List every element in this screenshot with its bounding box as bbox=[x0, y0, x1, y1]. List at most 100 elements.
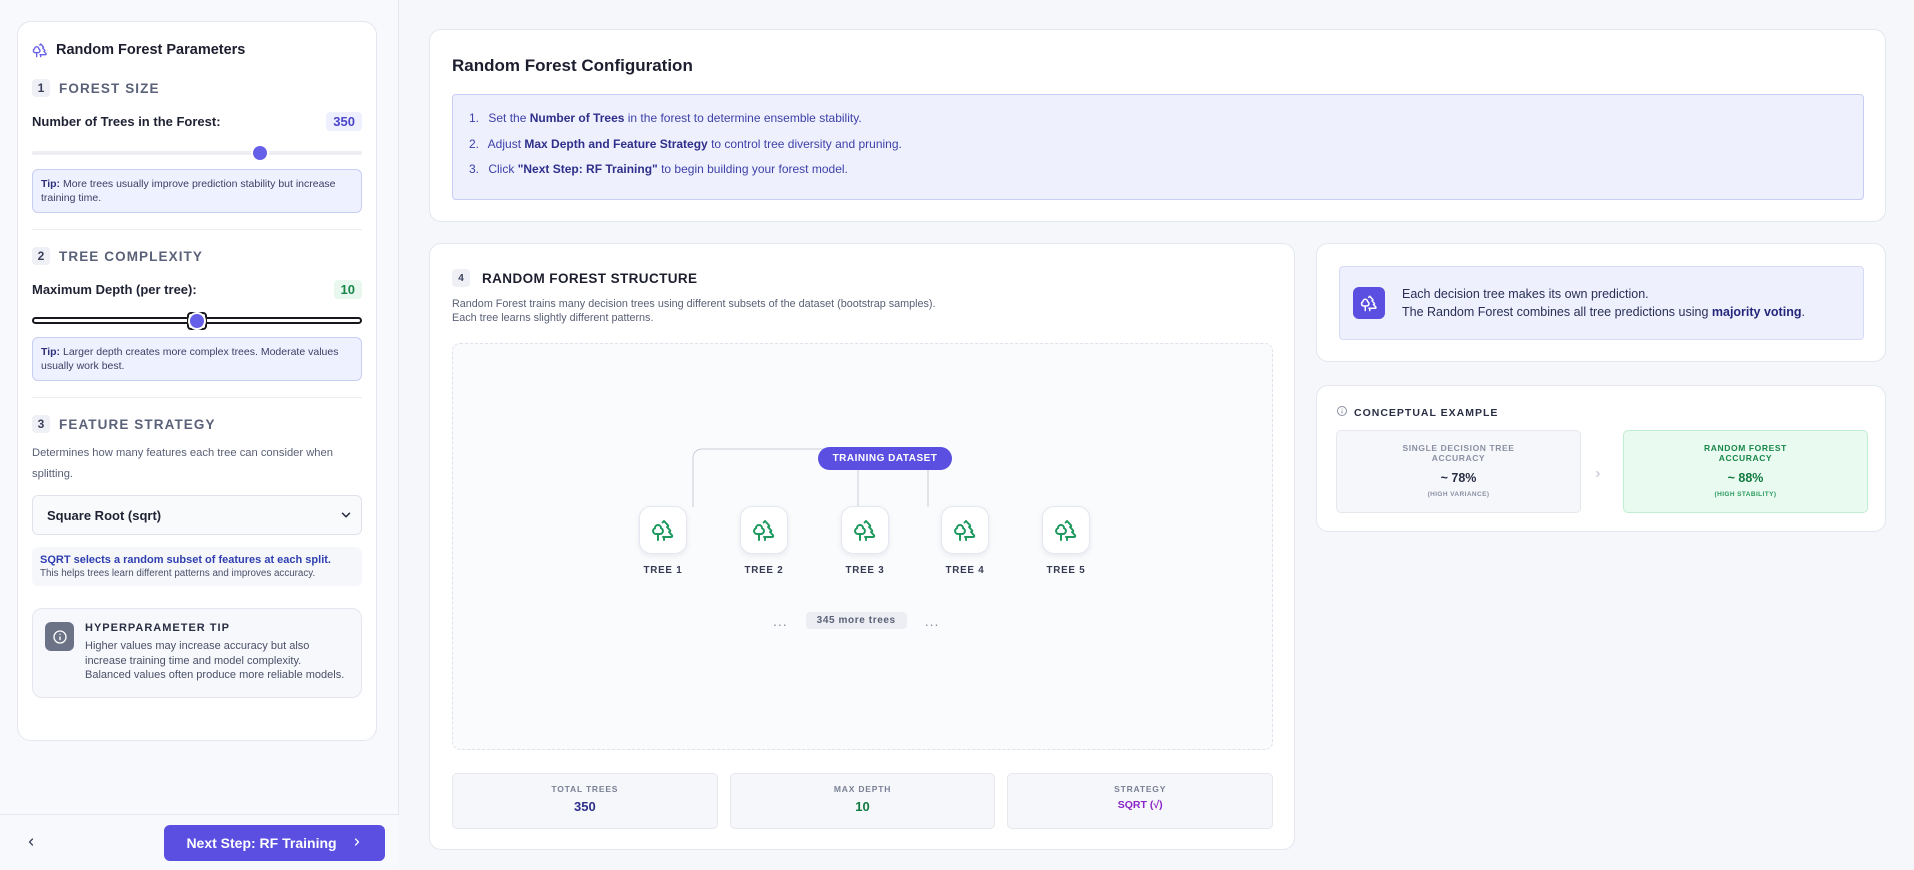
concept-header: CONCEPTUAL EXAMPLE bbox=[1336, 404, 1498, 422]
stat-label: MAX DEPTH bbox=[833, 784, 892, 794]
step-text: Set the bbox=[488, 111, 530, 125]
voting-line: The Random Forest combines all tree pred… bbox=[1402, 303, 1805, 321]
instruction-steps: 1. Set the Number of Trees in the forest… bbox=[452, 94, 1864, 200]
step-number: 1. bbox=[469, 111, 480, 125]
training-dataset-node: TRAINING DATASET bbox=[818, 447, 952, 470]
stat-max-depth: MAX DEPTH 10 bbox=[729, 773, 996, 829]
info-icon bbox=[45, 622, 74, 651]
accuracy-label-line: RANDOM FOREST bbox=[1704, 443, 1787, 453]
next-step-button[interactable]: Next Step: RF Training bbox=[164, 825, 385, 861]
section-number: 1 bbox=[32, 79, 50, 97]
single-tree-accuracy: SINGLE DECISION TREE ACCURACY ~ 78% (HIG… bbox=[1336, 430, 1581, 513]
accuracy-label-line: ACCURACY bbox=[1431, 453, 1486, 463]
tree-icon bbox=[740, 506, 788, 554]
accuracy-value: ~ 88% bbox=[1727, 471, 1764, 485]
step-text: in the forest to determine ensemble stab… bbox=[624, 111, 862, 125]
accuracy-note: (HIGH VARIANCE) bbox=[1427, 491, 1490, 498]
slider-thumb[interactable] bbox=[190, 314, 204, 328]
instruction-step: 1. Set the Number of Trees in the forest… bbox=[469, 111, 1847, 137]
step-emphasis: Max Depth and Feature Strategy bbox=[524, 136, 708, 151]
forest-structure-panel: 4 RANDOM FOREST STRUCTURE Random Forest … bbox=[429, 243, 1295, 850]
sidebar: Random Forest Parameters 1 FOREST SIZE N… bbox=[0, 0, 399, 870]
voting-text-part: . bbox=[1801, 305, 1805, 319]
stat-strategy: STRATEGY SQRT (√) bbox=[1007, 773, 1274, 829]
back-button[interactable] bbox=[22, 835, 40, 853]
tree-node: TREE 4 bbox=[935, 506, 995, 576]
strategy-info: SQRT selects a random subset of features… bbox=[32, 547, 362, 586]
structure-header: 4 RANDOM FOREST STRUCTURE bbox=[452, 269, 697, 287]
accuracy-label-line: ACCURACY bbox=[1718, 453, 1773, 463]
accuracy-value: ~ 78% bbox=[1440, 471, 1477, 485]
concept-title: CONCEPTUAL EXAMPLE bbox=[1354, 407, 1499, 419]
parameters-card: Random Forest Parameters 1 FOREST SIZE N… bbox=[17, 21, 377, 741]
tree-node: TREE 2 bbox=[734, 506, 794, 576]
conceptual-example-panel: CONCEPTUAL EXAMPLE SINGLE DECISION TREE … bbox=[1316, 385, 1886, 532]
tree-label: TREE 2 bbox=[744, 565, 784, 576]
depth-value-badge: 10 bbox=[333, 279, 362, 299]
tree-label: TREE 4 bbox=[945, 565, 985, 576]
ellipsis: ... bbox=[924, 612, 940, 629]
section-title: FEATURE STRATEGY bbox=[59, 416, 216, 432]
strategy-select[interactable]: Square Root (sqrt) bbox=[32, 495, 362, 535]
trees-value-badge: 350 bbox=[326, 111, 362, 131]
section-title: RANDOM FOREST STRUCTURE bbox=[482, 270, 698, 286]
stat-total-trees: TOTAL TREES 350 bbox=[452, 773, 718, 829]
depth-label: Maximum Depth (per tree): bbox=[32, 281, 197, 297]
tree-complexity-section: 2 TREE COMPLEXITY Maximum Depth (per tre… bbox=[32, 246, 362, 381]
stat-value: SQRT (√) bbox=[1117, 799, 1163, 811]
description-line: Each tree learns slightly different patt… bbox=[452, 312, 654, 324]
instruction-step: 2. Adjust Max Depth and Feature Strategy… bbox=[469, 137, 1847, 163]
tree-node: TREE 1 bbox=[633, 506, 693, 576]
section-title: TREE COMPLEXITY bbox=[59, 248, 204, 264]
accuracy-label-line: SINGLE DECISION TREE bbox=[1402, 443, 1515, 453]
step-text: to begin building your forest model. bbox=[657, 162, 848, 176]
hyperparameter-tip-text: Higher values may increase accuracy but … bbox=[85, 640, 345, 681]
voting-text-part: The Random Forest combines all tree pred… bbox=[1402, 305, 1712, 319]
chevron-right-icon bbox=[1593, 466, 1603, 484]
trees-label: Number of Trees in the Forest: bbox=[32, 113, 221, 129]
tree-node: TREE 5 bbox=[1036, 506, 1096, 576]
accuracy-label: RANDOM FOREST ACCURACY bbox=[1624, 443, 1867, 463]
tip-label: Tip: bbox=[41, 178, 61, 190]
step-text: Click bbox=[488, 162, 518, 176]
depth-slider[interactable] bbox=[32, 312, 362, 330]
tree-label: TREE 5 bbox=[1046, 565, 1086, 576]
divider bbox=[32, 229, 362, 230]
chevron-down-icon[interactable] bbox=[339, 508, 353, 522]
section-number: 2 bbox=[32, 247, 50, 265]
tree-label: TREE 1 bbox=[643, 565, 683, 576]
stat-label: STRATEGY bbox=[1114, 784, 1167, 794]
section-number: 3 bbox=[32, 415, 50, 433]
tree-node: TREE 3 bbox=[835, 506, 895, 576]
slider-thumb[interactable] bbox=[252, 146, 267, 160]
page-title: Random Forest Configuration bbox=[452, 56, 693, 75]
section-number: 4 bbox=[452, 269, 470, 287]
slider-track[interactable] bbox=[32, 151, 362, 155]
accuracy-label: SINGLE DECISION TREE ACCURACY bbox=[1337, 443, 1580, 463]
feature-strategy-section: 3 FEATURE STRATEGY Determines how many f… bbox=[32, 414, 362, 586]
tree-icon bbox=[841, 506, 889, 554]
hyperparameter-tip-title: HYPERPARAMETER TIP bbox=[85, 622, 230, 634]
forest-size-section: 1 FOREST SIZE Number of Trees in the For… bbox=[32, 78, 362, 213]
voting-text: Each decision tree makes its own predict… bbox=[1402, 285, 1805, 321]
random-forest-accuracy: RANDOM FOREST ACCURACY ~ 88% (HIGH STABI… bbox=[1623, 430, 1868, 513]
tree-icon bbox=[639, 506, 687, 554]
voting-emphasis: majority voting bbox=[1711, 305, 1802, 319]
configuration-panel: Random Forest Configuration 1. Set the N… bbox=[429, 29, 1886, 222]
forest-diagram: TRAINING DATASET TREE 1 TREE 2 TREE 3 TR… bbox=[452, 343, 1273, 750]
next-step-label[interactable]: Next Step: RF Training bbox=[186, 835, 336, 851]
strategy-info-title: SQRT selects a random subset of features… bbox=[40, 554, 331, 566]
card-title: Random Forest Parameters bbox=[56, 42, 246, 58]
description-line: Random Forest trains many decision trees… bbox=[452, 298, 936, 310]
tip-text: Larger depth creates more complex trees.… bbox=[41, 346, 339, 372]
strategy-select-value[interactable]: Square Root (sqrt) bbox=[47, 508, 161, 523]
accuracy-note: (HIGH STABILITY) bbox=[1714, 491, 1777, 498]
step-text: to control tree diversity and pruning. bbox=[707, 136, 902, 151]
instruction-step: 3. Click "Next Step: RF Training" to beg… bbox=[469, 162, 1847, 188]
strategy-description: Determines how many features each tree c… bbox=[32, 447, 333, 480]
chevron-left-icon[interactable] bbox=[25, 835, 37, 853]
chevron-right-icon[interactable] bbox=[351, 835, 363, 851]
trees-slider[interactable] bbox=[32, 146, 362, 160]
tree-label: TREE 3 bbox=[845, 565, 885, 576]
structure-description: Random Forest trains many decision trees… bbox=[452, 297, 936, 325]
